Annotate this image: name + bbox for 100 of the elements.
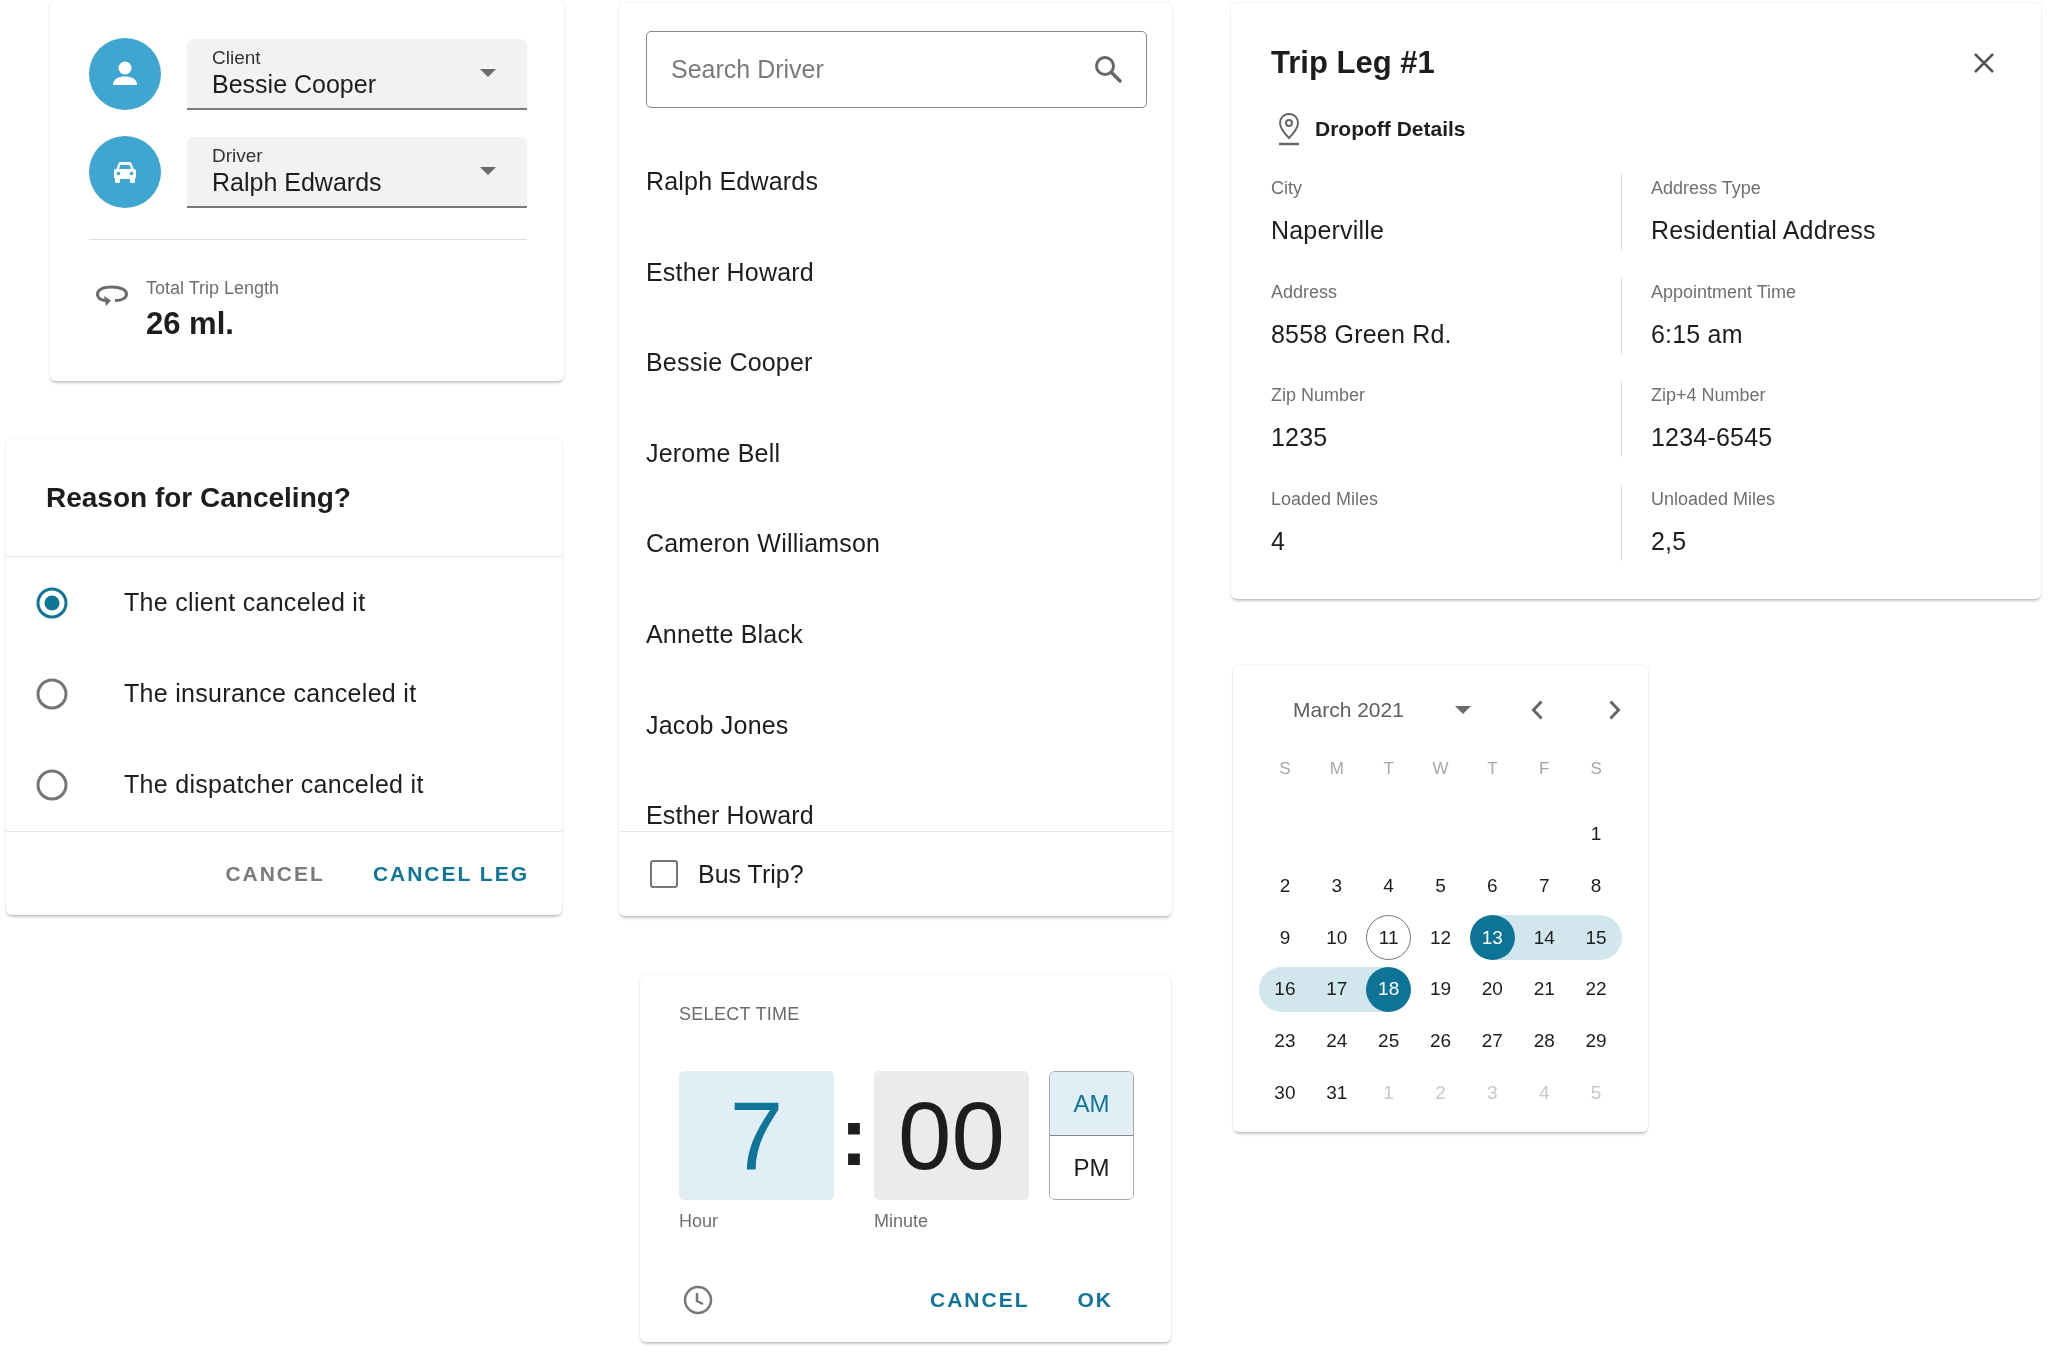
list-item[interactable]: Esther Howard	[619, 799, 1172, 832]
loop-arrow-icon	[95, 285, 129, 307]
field-label: Address Type	[1651, 177, 1761, 199]
calendar-day[interactable]: 14	[1518, 915, 1571, 961]
list-item[interactable]: Bessie Cooper	[619, 346, 1172, 379]
weekday-label: W	[1431, 758, 1450, 780]
calendar-day[interactable]: 1	[1570, 811, 1622, 857]
calendar-day[interactable]: 2	[1259, 863, 1311, 909]
period-option[interactable]: PM	[1050, 1135, 1133, 1199]
field-value: 4	[1271, 525, 1286, 557]
field-label: Zip+4 Number	[1651, 384, 1766, 406]
hour-label: Hour	[679, 1210, 718, 1232]
dropdown-field[interactable]: Driver Ralph Edwards	[187, 136, 527, 208]
chevron-left-icon[interactable]	[1530, 699, 1544, 721]
list-item[interactable]: Esther Howard	[619, 255, 1172, 288]
car-icon	[89, 136, 161, 208]
calendar-day[interactable]: 25	[1362, 1018, 1415, 1064]
text-button[interactable]: OK	[1077, 1284, 1113, 1316]
field-value: 2,5	[1651, 525, 1687, 557]
calendar-day[interactable]: 31	[1310, 1070, 1363, 1116]
calendar-day[interactable]: 28	[1518, 1018, 1571, 1064]
month-label: March 2021	[1293, 698, 1404, 722]
text-button[interactable]: CANCEL	[930, 1284, 1030, 1316]
calendar-day[interactable]: 12	[1414, 915, 1467, 961]
calendar-day[interactable]: 29	[1570, 1018, 1622, 1064]
caret-icon	[480, 167, 496, 175]
calendar-day[interactable]: 24	[1310, 1018, 1363, 1064]
calendar-day[interactable]: 13	[1466, 915, 1519, 961]
calendar-day[interactable]: 7	[1518, 863, 1571, 909]
checkbox[interactable]	[650, 860, 678, 889]
caret-icon	[480, 69, 496, 77]
field-label: Address	[1271, 280, 1338, 303]
calendar-day[interactable]: 22	[1570, 966, 1622, 1012]
card-title: Trip Leg #1	[1271, 44, 1435, 82]
field-value: Ralph Edwards	[212, 166, 382, 198]
calendar-day[interactable]: 27	[1466, 1018, 1519, 1064]
close-icon[interactable]	[1973, 52, 1995, 74]
calendar-day[interactable]: 16	[1259, 966, 1311, 1012]
field-label: Unloaded Miles	[1651, 487, 1776, 510]
calendar-day[interactable]: 10	[1310, 915, 1363, 961]
calendar-day[interactable]: 26	[1414, 1018, 1467, 1064]
list-item[interactable]: Jerome Bell	[619, 436, 1172, 469]
calendar-day[interactable]: 3	[1310, 863, 1363, 909]
dialog-title: Reason for Canceling?	[46, 481, 351, 514]
list-item[interactable]: Annette Black	[619, 617, 1172, 650]
list-item[interactable]: Ralph Edwards	[619, 165, 1172, 197]
weekday-label: M	[1328, 758, 1345, 780]
weekday-label: F	[1538, 758, 1551, 780]
field-value: Naperville	[1271, 215, 1385, 246]
calendar-day[interactable]: 18	[1362, 966, 1415, 1012]
dialog-title: SELECT TIME	[679, 1003, 800, 1025]
person-icon	[89, 38, 161, 110]
text-button[interactable]: CANCEL	[225, 857, 325, 890]
field-label: Client	[212, 46, 261, 69]
list-item[interactable]: Jacob Jones	[619, 708, 1172, 741]
checkbox-label: Bus Trip?	[698, 859, 804, 889]
option-label: The insurance canceled it	[124, 679, 417, 708]
caret-icon[interactable]	[1455, 706, 1471, 714]
calendar-day[interactable]: 15	[1570, 915, 1622, 961]
total-length-value: 26 ml.	[146, 305, 234, 343]
period-option[interactable]: AM	[1050, 1072, 1133, 1135]
minute-input[interactable]: 00	[874, 1071, 1029, 1200]
calendar-day[interactable]: 30	[1259, 1070, 1311, 1116]
calendar-day[interactable]: 19	[1414, 966, 1467, 1012]
clock-icon[interactable]	[683, 1285, 713, 1315]
chevron-right-icon[interactable]	[1608, 699, 1622, 721]
search-field[interactable]: Search Driver	[646, 31, 1147, 108]
hour-input[interactable]: 7	[679, 1071, 834, 1200]
calendar-day[interactable]: 8	[1570, 863, 1622, 909]
radio-button[interactable]	[36, 677, 68, 710]
calendar-day[interactable]: 5	[1414, 863, 1467, 909]
field-label: Appointment Time	[1651, 280, 1797, 303]
calendar-day[interactable]: 23	[1259, 1018, 1311, 1064]
field-value: 1234-6545	[1651, 422, 1773, 453]
section-heading: Dropoff Details	[1315, 117, 1466, 141]
radio-button[interactable]	[36, 768, 68, 801]
search-icon	[1094, 55, 1122, 83]
weekday-label: S	[1589, 758, 1603, 780]
field-value: 1235	[1271, 422, 1328, 453]
field-label: Driver	[212, 144, 263, 167]
text-button[interactable]: CANCEL LEG	[372, 857, 529, 890]
time-separator: :	[839, 1093, 869, 1178]
field-value: 8558 Green Rd.	[1271, 318, 1452, 350]
field-value: Residential Address	[1651, 215, 1876, 246]
calendar-day[interactable]: 20	[1466, 966, 1519, 1012]
minute-label: Minute	[874, 1210, 929, 1232]
dropdown-field[interactable]: Client Bessie Cooper	[187, 38, 527, 110]
calendar-day[interactable]: 21	[1518, 966, 1571, 1012]
weekday-label: T	[1382, 758, 1395, 780]
calendar-day[interactable]: 17	[1310, 966, 1363, 1012]
calendar-day[interactable]: 4	[1362, 863, 1415, 909]
list-item[interactable]: Cameron Williamson	[619, 527, 1172, 560]
radio-button[interactable]	[36, 586, 68, 619]
field-label: City	[1271, 177, 1302, 199]
field-label: Zip Number	[1271, 384, 1366, 406]
calendar-day[interactable]: 6	[1466, 863, 1519, 909]
total-length-label: Total Trip Length	[146, 277, 280, 299]
field-value: Bessie Cooper	[212, 68, 376, 100]
option-label: The dispatcher canceled it	[124, 770, 424, 799]
calendar-day[interactable]: 9	[1259, 915, 1311, 961]
